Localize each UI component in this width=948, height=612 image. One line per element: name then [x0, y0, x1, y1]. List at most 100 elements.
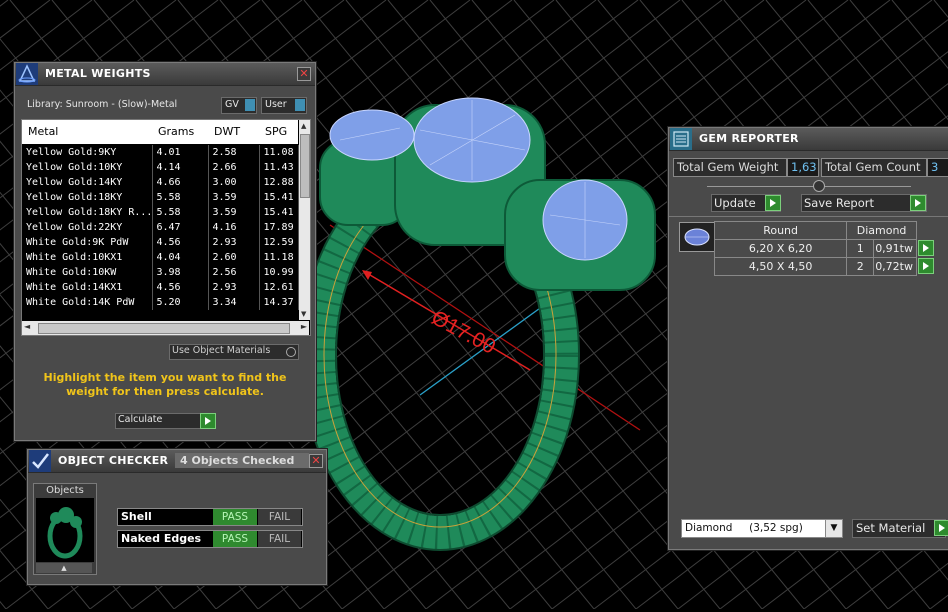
checkmark-icon [29, 450, 51, 472]
col-grams-header[interactable]: Grams [158, 125, 194, 138]
metal-row[interactable]: Yellow Gold:9KY 4.01 2.58 11.08 [22, 145, 299, 160]
metal-spg: 11.43 [259, 160, 299, 175]
material-header: Diamond [846, 221, 917, 240]
close-icon: ✕ [299, 67, 309, 80]
material-select[interactable]: Diamond (3,52 spg) ▼ [681, 519, 843, 538]
metal-row[interactable]: White Gold:14KX1 4.56 2.93 12.61 [22, 280, 299, 295]
scroll-right-icon[interactable]: ► [301, 322, 307, 331]
object-checker-title: OBJECT CHECKER [58, 454, 169, 467]
gem-count: 2 [846, 257, 875, 276]
close-icon: ✕ [311, 454, 321, 467]
total-count-label-box: Total Gem Count [821, 158, 927, 177]
metal-dwt: 2.93 [208, 235, 260, 250]
metal-grams: 5.58 [152, 205, 209, 220]
total-count-value-box: 3 [927, 158, 948, 177]
metal-row[interactable]: Yellow Gold:14KY 4.66 3.00 12.88 [22, 175, 299, 190]
metal-table-vscroll[interactable]: ▲ ▼ [299, 120, 310, 320]
metal-name: White Gold:10KX1 [22, 250, 153, 265]
metal-name: White Gold:9K PdW [22, 235, 153, 250]
update-go-icon[interactable] [765, 195, 781, 211]
gem-row[interactable]: 4,50 X 4,50 2 0,72tw [713, 257, 936, 276]
metal-weights-titlebar[interactable]: METAL WEIGHTS ✕ [15, 63, 315, 86]
metal-row[interactable]: Yellow Gold:18KY 5.58 3.59 15.41 [22, 190, 299, 205]
use-object-materials-toggle[interactable]: Use Object Materials [169, 344, 299, 360]
metal-grams: 4.56 [152, 235, 209, 250]
metal-name: White Gold:14K PdW [22, 295, 153, 310]
save-report-button[interactable]: Save Report [801, 194, 927, 212]
object-checker-close-button[interactable]: ✕ [309, 454, 323, 468]
check-row: Naked Edges PASS FAIL [117, 530, 303, 548]
gem-row-go-icon[interactable] [918, 257, 934, 274]
expand-up-icon[interactable]: ▲ [36, 563, 92, 573]
scroll-left-icon[interactable]: ◄ [24, 322, 30, 331]
metal-row[interactable]: Yellow Gold:22KY 6.47 4.16 17.89 [22, 220, 299, 235]
pass-indicator: PASS [213, 531, 257, 547]
metal-row[interactable]: Yellow Gold:10KY 4.14 2.66 11.43 [22, 160, 299, 175]
hint-text: Highlight the item you want to find the … [43, 371, 287, 398]
col-metal-header[interactable]: Metal [28, 125, 58, 138]
slider-handle-icon[interactable] [813, 180, 825, 192]
metal-table-hscroll[interactable]: ◄ ► [22, 321, 309, 335]
metal-weights-close-button[interactable]: ✕ [297, 67, 311, 81]
gv-toggle-label: GV [225, 99, 239, 110]
metal-weights-app-icon [16, 63, 38, 85]
total-weight-label: Total Gem Weight [677, 160, 779, 174]
metal-spg: 12.61 [259, 280, 299, 295]
metal-spg: 10.99 [259, 265, 299, 280]
metal-grams: 3.98 [152, 265, 209, 280]
metal-row[interactable]: White Gold:10KX1 4.04 2.60 11.18 [22, 250, 299, 265]
metal-name: White Gold:14KX1 [22, 280, 153, 295]
metal-table: Metal Grams DWT SPG Yellow Gold:9KY 4.01 2… [21, 119, 311, 336]
gem-size: 6,20 X 6,20 [713, 239, 848, 258]
radio-icon [286, 347, 296, 357]
hscroll-thumb[interactable] [38, 323, 290, 334]
divider-slider [707, 186, 911, 187]
metal-spg: 12.88 [259, 175, 299, 190]
col-spg-header[interactable]: SPG [265, 125, 287, 138]
calculate-go-icon[interactable] [200, 413, 216, 429]
gem-reporter-app-icon [670, 128, 692, 150]
gem-weight: 0,91tw [873, 239, 917, 258]
material-select-value: Diamond (3,52 spg) [685, 522, 803, 534]
ring-thumbnail[interactable] [36, 498, 94, 562]
user-toggle[interactable]: User [261, 97, 307, 114]
metal-row[interactable]: White Gold:9K PdW 4.56 2.93 12.59 [22, 235, 299, 250]
metal-dwt: 3.59 [208, 205, 260, 220]
metal-spg: 17.89 [259, 220, 299, 235]
update-label: Update [714, 196, 756, 210]
gem-row[interactable]: 6,20 X 6,20 1 0,91tw [713, 239, 936, 258]
round-gem-icon [684, 228, 710, 246]
metal-spg: 11.08 [259, 145, 299, 160]
object-checker-titlebar[interactable]: OBJECT CHECKER 4 Objects Checked ✕ [28, 450, 326, 473]
metal-dwt: 3.59 [208, 190, 260, 205]
save-report-go-icon[interactable] [910, 195, 926, 211]
vscroll-thumb[interactable] [300, 134, 310, 198]
metal-name: Yellow Gold:10KY [22, 160, 153, 175]
set-material-button[interactable]: Set Material [852, 519, 946, 538]
ring-model[interactable] [300, 97, 656, 551]
metal-row[interactable]: Yellow Gold:18KY R... 5.58 3.59 15.41 [22, 205, 299, 220]
gem-row-go-icon[interactable] [918, 239, 934, 256]
metal-dwt: 4.16 [208, 220, 260, 235]
metal-dwt: 2.56 [208, 265, 260, 280]
use-object-materials-label: Use Object Materials [172, 345, 271, 356]
scroll-down-icon[interactable]: ▼ [301, 310, 306, 318]
metal-row[interactable]: White Gold:14K PdW 5.20 3.34 14.37 [22, 295, 299, 310]
gv-toggle[interactable]: GV [221, 97, 257, 114]
metal-dwt: 2.66 [208, 160, 260, 175]
gem-table: Round Diamond 6,20 X 6,20 1 0,91tw 4,50 X 4… [713, 221, 936, 276]
check-name: Naked Edges [121, 532, 202, 545]
gem-reporter-panel: GEM REPORTER Total Gem Weight 1,63 Total… [668, 127, 948, 550]
metal-row[interactable]: White Gold:10KW 3.98 2.56 10.99 [22, 265, 299, 280]
gem-reporter-title: GEM REPORTER [699, 132, 799, 145]
user-indicator-icon [295, 99, 305, 111]
chevron-down-icon[interactable]: ▼ [825, 520, 842, 537]
scroll-up-icon[interactable]: ▲ [301, 122, 306, 130]
col-dwt-header[interactable]: DWT [214, 125, 240, 138]
metal-dwt: 3.34 [208, 295, 260, 310]
total-weight-value-box: 1,63 [787, 158, 819, 177]
gem-reporter-titlebar[interactable]: GEM REPORTER [669, 128, 948, 151]
set-material-go-icon[interactable] [934, 520, 948, 536]
gem-shape-thumbnail[interactable] [679, 222, 715, 252]
library-label: Library: Sunroom - (Slow)-Metal [27, 99, 178, 110]
